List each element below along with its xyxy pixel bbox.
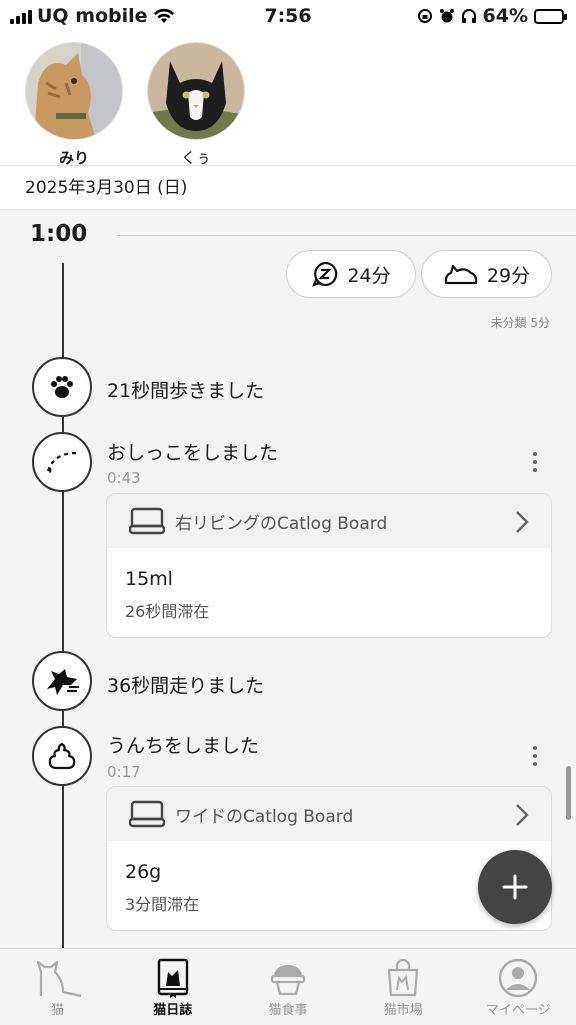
- cat-name: みり: [58, 149, 89, 167]
- event-node: [32, 432, 92, 492]
- tab-label: マイページ: [486, 1003, 551, 1018]
- cat-tab-miri[interactable]: みり: [22, 42, 124, 172]
- tab-mypage[interactable]: マイページ: [461, 949, 576, 1025]
- status-right: 64%: [417, 5, 567, 27]
- event-node: [32, 357, 92, 417]
- battery-icon: [534, 8, 567, 24]
- event-title: おしっこをしました: [107, 442, 279, 464]
- more-options-button[interactable]: [532, 452, 538, 472]
- headphones-icon: [461, 9, 476, 23]
- chevron-right-icon: [516, 804, 529, 826]
- poop-icon: [48, 742, 76, 770]
- battery-percent: 64%: [482, 5, 528, 27]
- rotation-lock-icon: [417, 9, 432, 23]
- date-header[interactable]: 2025年3月30日 (日): [0, 166, 576, 210]
- tab-label: 猫: [51, 1003, 65, 1018]
- sleep-summary-pill[interactable]: 24分: [286, 250, 416, 298]
- rest-duration: 29分: [486, 264, 531, 287]
- board-icon: [129, 800, 165, 828]
- sleep-duration: 24分: [347, 264, 391, 287]
- pee-icon: [46, 451, 77, 473]
- diary-icon: [157, 958, 188, 998]
- event-title: うんちをしました: [107, 735, 260, 757]
- paw-icon: [51, 376, 73, 398]
- device-name: 右リビングのCatlog Board: [175, 513, 388, 534]
- event-node: [32, 651, 92, 711]
- food-bowl-icon: [270, 965, 306, 996]
- board-icon: [129, 507, 165, 535]
- device-name: ワイドのCatlog Board: [175, 806, 354, 827]
- scrollbar[interactable]: [566, 766, 571, 820]
- cat-avatar-kuu: [147, 42, 245, 140]
- hour-label: 1:00: [30, 221, 88, 247]
- device-card-header: 右リビングのCatlog Board: [107, 494, 551, 548]
- cat-icon: [36, 960, 81, 998]
- event-time: 0:17: [107, 763, 141, 781]
- tab-food[interactable]: 猫食事: [230, 949, 345, 1025]
- resting-cat-icon: [444, 264, 478, 285]
- cat-name: くぅ: [180, 149, 211, 167]
- amount-value: 15ml: [125, 568, 173, 590]
- rest-summary-pill[interactable]: 29分: [421, 250, 552, 298]
- cat-tab-kuu[interactable]: くぅ: [146, 42, 246, 168]
- device-card-header: ワイドのCatlog Board: [107, 787, 551, 841]
- cat-selector: みり くぅ: [0, 34, 576, 172]
- sleep-icon: [312, 261, 338, 287]
- status-bar: UQ mobile 7:56 64%: [0, 0, 576, 34]
- running-cat-icon: [47, 669, 79, 695]
- event-time: 0:43: [107, 469, 141, 487]
- plus-icon: [502, 874, 528, 900]
- event-node: [32, 726, 92, 786]
- profile-icon: [499, 958, 538, 998]
- shopping-bag-icon: [388, 958, 419, 997]
- tab-market[interactable]: 猫市場: [346, 949, 461, 1025]
- stay-duration: 26秒間滞在: [125, 602, 210, 621]
- tab-label: 猫食事: [268, 1003, 308, 1018]
- event-title: 21秒間歩きました: [107, 380, 265, 402]
- bottom-tab-bar: 猫 猫日誌 猫食事 猫市場 マイページ: [0, 948, 576, 1025]
- chevron-right-icon: [516, 511, 529, 533]
- alarm-icon: [439, 9, 454, 23]
- timeline: 1:00 24分 29分 未分類 5分 21秒間歩きました おしっこをしました …: [0, 211, 576, 963]
- device-card[interactable]: 右リビングのCatlog Board 15ml 26秒間滞在: [106, 493, 552, 638]
- more-options-button[interactable]: [532, 746, 538, 766]
- uncategorized-duration: 未分類 5分: [490, 316, 550, 330]
- event-title: 36秒間走りました: [107, 675, 265, 697]
- tab-label: 猫日誌: [153, 1003, 193, 1018]
- hour-divider: [117, 235, 576, 236]
- tab-cat[interactable]: 猫: [0, 949, 115, 1025]
- tab-label: 猫市場: [383, 1003, 423, 1018]
- add-entry-button[interactable]: [478, 850, 552, 924]
- cat-avatar-miri: [25, 42, 123, 140]
- tab-diary[interactable]: 猫日誌: [115, 949, 230, 1025]
